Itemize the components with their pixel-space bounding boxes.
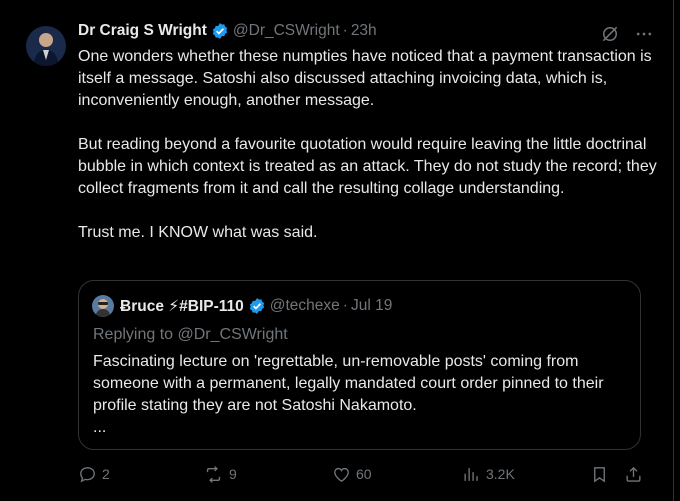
tweet-paragraph: One wonders whether these numpties have … <box>78 48 652 109</box>
views-icon <box>464 467 478 481</box>
share-icon <box>626 466 641 482</box>
verified-badge-icon <box>212 23 228 39</box>
author-avatar[interactable] <box>26 26 66 66</box>
like-button[interactable]: 60 <box>332 465 372 484</box>
separator-dot: · <box>342 297 348 314</box>
tweet-paragraph: But reading beyond a favourite quotation… <box>78 136 657 197</box>
replying-to[interactable]: Replying to @Dr_CSWright <box>93 326 288 344</box>
more-options-icon[interactable] <box>634 24 654 44</box>
tweet-time[interactable]: 23h <box>351 22 377 40</box>
quote-header: Ƀruce ⚡#BIP-110 @techexe · Jul 19 <box>92 295 392 317</box>
like-count: 60 <box>356 466 372 482</box>
verified-badge-icon <box>249 298 264 314</box>
quoted-tweet[interactable]: Ƀruce ⚡#BIP-110 @techexe · Jul 19 Replyi… <box>78 280 641 450</box>
grok-icon[interactable] <box>600 24 620 44</box>
author-name[interactable]: Dr Craig S Wright <box>78 22 207 40</box>
reply-count: 2 <box>102 466 110 482</box>
header-icons <box>600 24 654 44</box>
quote-author-handle: @techexe <box>269 297 340 314</box>
quote-body: Fascinating lecture on 'regrettable, un-… <box>93 353 604 414</box>
bookmark-icon <box>594 466 605 483</box>
repost-icon <box>206 465 221 483</box>
author-handle[interactable]: @Dr_CSWright <box>233 22 340 40</box>
quote-author-avatar <box>92 295 114 317</box>
quote-author-name: Ƀruce ⚡#BIP-110 <box>120 297 244 315</box>
tweet-header: Dr Craig S Wright @Dr_CSWright · 23h <box>78 16 658 46</box>
quote-text: Fascinating lecture on 'regrettable, un-… <box>93 351 633 439</box>
repost-button[interactable]: 9 <box>203 465 237 484</box>
share-button[interactable] <box>624 465 643 484</box>
right-border <box>673 0 674 501</box>
reply-button[interactable]: 2 <box>78 465 110 484</box>
repost-count: 9 <box>229 466 237 482</box>
tweet-paragraph: Trust me. I KNOW what was said. <box>78 224 318 241</box>
bookmark-button[interactable] <box>590 465 609 484</box>
quote-ellipsis: ... <box>93 419 107 436</box>
tweet-text: One wonders whether these numpties have … <box>78 46 658 244</box>
heart-icon <box>334 467 349 482</box>
quote-time: Jul 19 <box>350 297 393 314</box>
reply-icon <box>80 466 95 483</box>
views-count: 3.2K <box>486 466 515 482</box>
separator-dot: · <box>342 22 348 39</box>
tweet-body: Dr Craig S Wright @Dr_CSWright · 23h One… <box>78 16 658 244</box>
action-bar: 2 9 60 3.2K <box>78 462 644 486</box>
views-button[interactable]: 3.2K <box>462 465 515 484</box>
